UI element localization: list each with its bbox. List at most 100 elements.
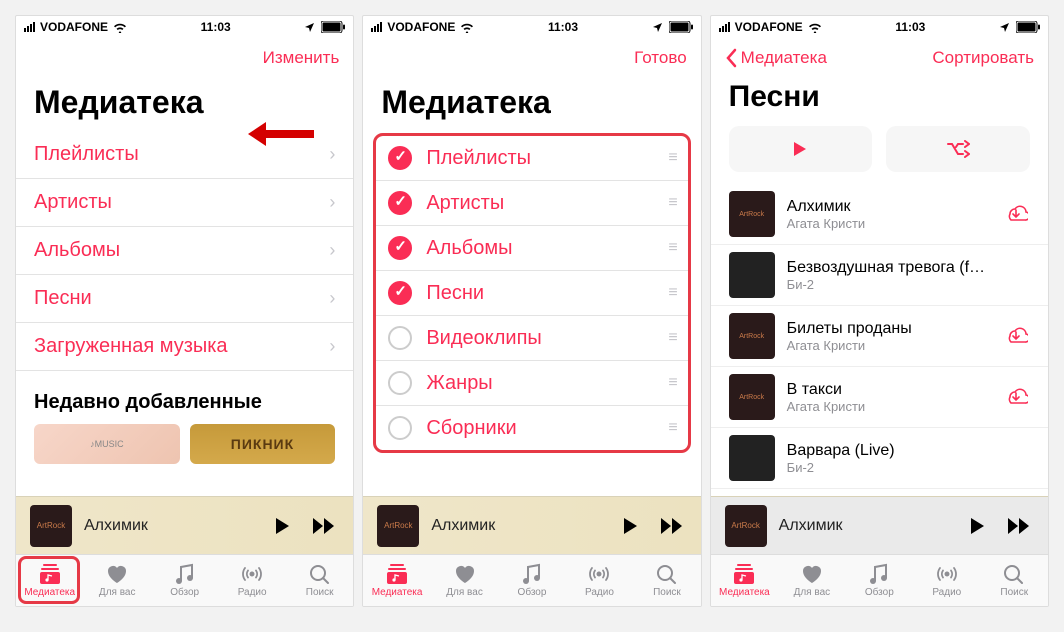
library-row[interactable]: Плейлисты› bbox=[16, 131, 353, 179]
tab-library[interactable]: Медиатека bbox=[363, 555, 430, 606]
tab-note[interactable]: Обзор bbox=[498, 555, 565, 606]
tab-library[interactable]: Медиатека bbox=[711, 555, 778, 606]
sort-button[interactable]: Сортировать bbox=[932, 48, 1034, 68]
back-button[interactable]: Медиатека bbox=[725, 48, 827, 68]
library-row[interactable]: Загруженная музыка› bbox=[16, 323, 353, 371]
reorder-handle-icon[interactable]: ≡ bbox=[668, 149, 675, 167]
row-label: Сборники bbox=[426, 417, 668, 440]
edit-row[interactable]: Сборники≡ bbox=[376, 406, 687, 450]
reorder-handle-icon[interactable]: ≡ bbox=[668, 329, 675, 347]
song-row[interactable]: ArtRockБилеты проданыАгата Кристи bbox=[711, 306, 1048, 367]
edit-row[interactable]: Жанры≡ bbox=[376, 361, 687, 406]
battery-icon bbox=[1016, 21, 1040, 33]
edit-row[interactable]: Артисты≡ bbox=[376, 181, 687, 226]
checkbox[interactable] bbox=[388, 326, 412, 350]
reorder-handle-icon[interactable]: ≡ bbox=[668, 239, 675, 257]
edit-row[interactable]: Альбомы≡ bbox=[376, 226, 687, 271]
song-artist: Би-2 bbox=[787, 277, 992, 292]
tab-radio[interactable]: Радио bbox=[913, 555, 980, 606]
tab-label: Поиск bbox=[653, 587, 681, 598]
reorder-handle-icon[interactable]: ≡ bbox=[668, 284, 675, 302]
reorder-handle-icon[interactable]: ≡ bbox=[668, 419, 675, 437]
play-button[interactable] bbox=[267, 511, 297, 541]
now-playing-title: Алхимик bbox=[431, 517, 602, 535]
screen-songs: VODAFONE 11:03 Медиатека Сортировать Пес… bbox=[710, 15, 1049, 607]
album-artwork[interactable]: ♪MUSIC bbox=[34, 424, 180, 464]
song-title: Безвоздушная тревога (fe… bbox=[787, 259, 992, 277]
tab-label: Обзор bbox=[865, 587, 894, 598]
reorder-handle-icon[interactable]: ≡ bbox=[668, 374, 675, 392]
tab-search[interactable]: Поиск bbox=[981, 555, 1048, 606]
song-title: Варвара (Live) bbox=[787, 442, 992, 460]
now-playing-bar[interactable]: ArtRock Алхимик bbox=[363, 496, 700, 554]
checkbox[interactable] bbox=[388, 236, 412, 260]
tab-label: Для вас bbox=[99, 587, 136, 598]
status-bar: VODAFONE 11:03 bbox=[16, 16, 353, 38]
tab-radio[interactable]: Радио bbox=[566, 555, 633, 606]
library-row[interactable]: Артисты› bbox=[16, 179, 353, 227]
shuffle-button[interactable] bbox=[886, 126, 1030, 172]
tab-search[interactable]: Поиск bbox=[286, 555, 353, 606]
done-button[interactable]: Готово bbox=[634, 48, 687, 68]
album-artwork[interactable]: ПИКНИК bbox=[190, 424, 336, 464]
row-label: Песни bbox=[426, 282, 668, 305]
tab-radio[interactable]: Радио bbox=[218, 555, 285, 606]
nav-bar: Готово bbox=[363, 38, 700, 78]
carrier-label: VODAFONE bbox=[387, 20, 455, 34]
checkbox[interactable] bbox=[388, 146, 412, 170]
now-playing-bar[interactable]: ArtRock Алхимик bbox=[16, 496, 353, 554]
song-artist: Агата Кристи bbox=[787, 338, 992, 353]
tab-heart[interactable]: Для вас bbox=[431, 555, 498, 606]
now-playing-bar[interactable]: ArtRock Алхимик bbox=[711, 496, 1048, 554]
edit-button[interactable]: Изменить bbox=[263, 48, 340, 68]
cloud-download-icon[interactable] bbox=[1004, 385, 1030, 410]
play-all-button[interactable] bbox=[729, 126, 873, 172]
now-playing-title: Алхимик bbox=[84, 517, 255, 535]
tab-note[interactable]: Обзор bbox=[846, 555, 913, 606]
song-row[interactable]: Безвоздушная тревога (fe…Би-2 bbox=[711, 245, 1048, 306]
tab-library[interactable]: Медиатека bbox=[16, 555, 83, 606]
page-title: Песни bbox=[711, 78, 1048, 126]
row-label: Загруженная музыка bbox=[34, 335, 329, 358]
chevron-right-icon: › bbox=[329, 288, 335, 309]
wifi-icon bbox=[808, 22, 822, 33]
tab-search[interactable]: Поиск bbox=[633, 555, 700, 606]
play-button[interactable] bbox=[962, 511, 992, 541]
library-row[interactable]: Альбомы› bbox=[16, 227, 353, 275]
reorder-handle-icon[interactable]: ≡ bbox=[668, 194, 675, 212]
edit-row[interactable]: Плейлисты≡ bbox=[376, 136, 687, 181]
row-label: Артисты bbox=[34, 191, 329, 214]
next-button[interactable] bbox=[657, 511, 687, 541]
cloud-download-icon[interactable] bbox=[1004, 202, 1030, 227]
tab-heart[interactable]: Для вас bbox=[778, 555, 845, 606]
row-label: Альбомы bbox=[426, 237, 668, 260]
tab-note[interactable]: Обзор bbox=[151, 555, 218, 606]
tab-bar: Медиатека Для вас Обзор Радио Поиск bbox=[16, 554, 353, 606]
edit-row[interactable]: Песни≡ bbox=[376, 271, 687, 316]
heart-icon bbox=[800, 563, 824, 585]
library-row[interactable]: Песни› bbox=[16, 275, 353, 323]
song-row[interactable]: ArtRockАлхимикАгата Кристи bbox=[711, 184, 1048, 245]
edit-row[interactable]: Видеоклипы≡ bbox=[376, 316, 687, 361]
screen-library: VODAFONE 11:03 Изменить Медиатека Плейли… bbox=[15, 15, 354, 607]
song-info: АлхимикАгата Кристи bbox=[787, 198, 992, 231]
cloud-download-icon[interactable] bbox=[1004, 324, 1030, 349]
chevron-left-icon bbox=[725, 48, 737, 68]
checkbox[interactable] bbox=[388, 416, 412, 440]
song-info: Варвара (Live)Би-2 bbox=[787, 442, 992, 475]
next-button[interactable] bbox=[309, 511, 339, 541]
next-button[interactable] bbox=[1004, 511, 1034, 541]
checkbox[interactable] bbox=[388, 191, 412, 215]
play-button[interactable] bbox=[615, 511, 645, 541]
checkbox[interactable] bbox=[388, 371, 412, 395]
tab-label: Радио bbox=[238, 587, 267, 598]
row-label: Альбомы bbox=[34, 239, 329, 262]
checkbox[interactable] bbox=[388, 281, 412, 305]
location-icon bbox=[999, 22, 1010, 33]
now-playing-artwork: ArtRock bbox=[725, 505, 767, 547]
song-row[interactable]: Варвара (Live)Би-2 bbox=[711, 428, 1048, 489]
tab-label: Поиск bbox=[306, 587, 334, 598]
song-row[interactable]: ArtRockВ таксиАгата Кристи bbox=[711, 367, 1048, 428]
signal-icon bbox=[371, 22, 382, 32]
tab-heart[interactable]: Для вас bbox=[83, 555, 150, 606]
